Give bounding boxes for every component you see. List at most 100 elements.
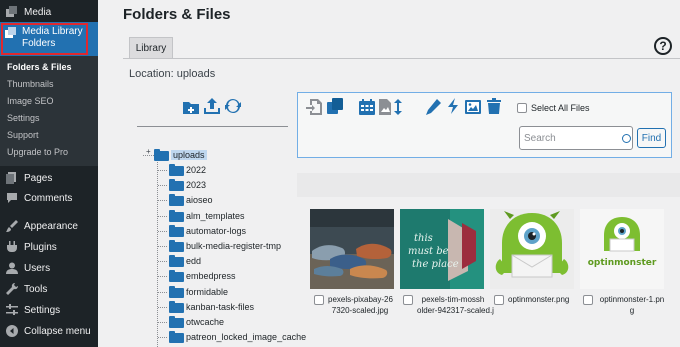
tree-node-folder[interactable]: patreon_locked_image_cache [169,330,306,344]
sign-text-1: this [414,233,433,244]
tree-node-folder[interactable]: otwcache [169,315,224,329]
tree-toggle-icon[interactable]: + [146,147,151,156]
media-filename: optinmonster.png [508,295,570,304]
pages-icon [5,171,19,185]
folder-icon [169,210,184,222]
folder-label: formidable [186,287,229,297]
folder-label: alm_templates [186,211,245,221]
media-caption-3: optinmonster.png [494,294,580,305]
folder-label: kanban-task-files [186,302,255,312]
media-filename: pexels-pixabay-26 7320-scaled.jpg [328,295,393,315]
plug-icon [5,240,19,254]
select-all-checkbox[interactable] [517,103,527,113]
folder-icon [169,179,184,191]
media-thumbnail-optinmonster-logo[interactable]: optinmonster [580,209,664,289]
media-checkbox[interactable] [583,295,593,305]
folder-label: 2023 [186,180,207,190]
calendar-icon[interactable] [359,99,375,115]
tree-node-folder[interactable]: aioseo [169,193,213,207]
media-filename: optinmonster-1.pn g [599,295,665,315]
submenu-upgrade[interactable]: Upgrade to Pro [7,147,68,157]
folder-icon [169,331,184,343]
location-label: Location: uploads [129,68,216,80]
media-checkbox[interactable] [314,295,324,305]
tab-library[interactable]: Library [129,37,173,59]
sign-text-3: the place [412,259,459,270]
find-button[interactable]: Find [637,128,666,148]
lightning-icon[interactable] [445,98,461,114]
pencil-icon[interactable] [425,99,441,115]
tree-node-folder[interactable]: alm_templates [169,209,245,223]
copy-icon[interactable] [327,98,343,114]
folder-icon [169,164,184,176]
media-checkbox[interactable] [494,295,504,305]
submenu-support[interactable]: Support [7,130,39,140]
folder-icon [169,255,184,267]
media-caption-2: pexels-tim-mossh older-942317-scaled.j [403,294,494,316]
media-icon [5,5,19,19]
folder-icon [169,194,184,206]
new-folder-icon[interactable] [183,99,199,115]
folder-label: embedpress [186,271,236,281]
page-title: Folders & Files [123,6,231,23]
submenu-thumbnails[interactable]: Thumbnails [7,79,54,89]
tree-node-folder[interactable]: embedpress [169,269,236,283]
media-thumbnail-sign[interactable]: this must be the place [400,209,484,289]
folder-icon [169,286,184,298]
tree-node-uploads[interactable]: uploads [154,148,207,162]
sliders-icon [5,303,19,317]
tree-node-folder[interactable]: 2023 [169,178,206,192]
submenu: Folders & Files Thumbnails Image SEO Set… [0,56,98,166]
menu-item-users[interactable]: Users [0,259,98,277]
submenu-settings[interactable]: Settings [7,113,40,123]
comments-icon [5,191,19,205]
highlight-outline [1,23,88,55]
media-thumbnail-optinmonster[interactable] [490,209,574,289]
select-all-label: Select All Files [531,103,590,113]
search-box [519,126,633,150]
folder-icon [169,301,184,313]
admin-sidebar: Media Media Library Folders Folders & Fi… [0,0,98,347]
menu-item-media[interactable]: Media [0,3,98,21]
image-file-icon[interactable] [377,99,393,115]
select-all-files[interactable]: Select All Files [517,103,590,113]
menu-item-comments[interactable]: Comments [0,189,98,207]
collapse-menu-button[interactable]: Collapse menu [0,322,98,340]
tree-node-folder[interactable]: edd [169,254,201,268]
tree-node-folder[interactable]: bulk-media-register-tmp [169,239,281,253]
paintbrush-icon [5,219,19,233]
media-filename: pexels-tim-mossh older-942317-scaled.j [417,295,494,315]
optinmonster-logo-text: optinmonster [588,258,657,268]
menu-item-pages[interactable]: Pages [0,169,98,187]
move-icon[interactable] [306,99,322,115]
trash-icon[interactable] [486,98,502,114]
tree-node-folder[interactable]: formidable [169,285,228,299]
sort-icon[interactable] [393,99,403,115]
wrench-icon [5,282,19,296]
collapse-icon [5,324,19,338]
folder-label: aioseo [186,195,213,205]
search-icon[interactable] [622,134,631,143]
media-checkbox[interactable] [403,295,413,305]
tree-node-folder[interactable]: 2022 [169,163,206,177]
media-caption-4: optinmonster-1.pn g [583,294,667,316]
menu-item-appearance[interactable]: Appearance [0,217,98,235]
menu-item-tools[interactable]: Tools [0,280,98,298]
submenu-folders-files[interactable]: Folders & Files [7,62,72,72]
tree-node-folder[interactable]: kanban-task-files [169,300,254,314]
folder-icon [154,149,169,161]
media-thumbnail-shoes[interactable] [310,209,394,289]
refresh-icon[interactable] [225,98,241,114]
folder-icon [169,316,184,328]
help-icon[interactable]: ? [654,37,672,55]
folder-label: patreon_locked_image_cache [186,332,307,342]
menu-item-plugins[interactable]: Plugins [0,238,98,256]
menu-item-settings[interactable]: Settings [0,301,98,319]
toolbar-spacer-bar [297,173,680,197]
tree-node-folder[interactable]: automator-logs [169,224,246,238]
upload-icon[interactable] [204,98,220,114]
user-icon [5,261,19,275]
search-input[interactable] [524,131,616,146]
submenu-image-seo[interactable]: Image SEO [7,96,54,106]
image-icon[interactable] [465,99,481,115]
